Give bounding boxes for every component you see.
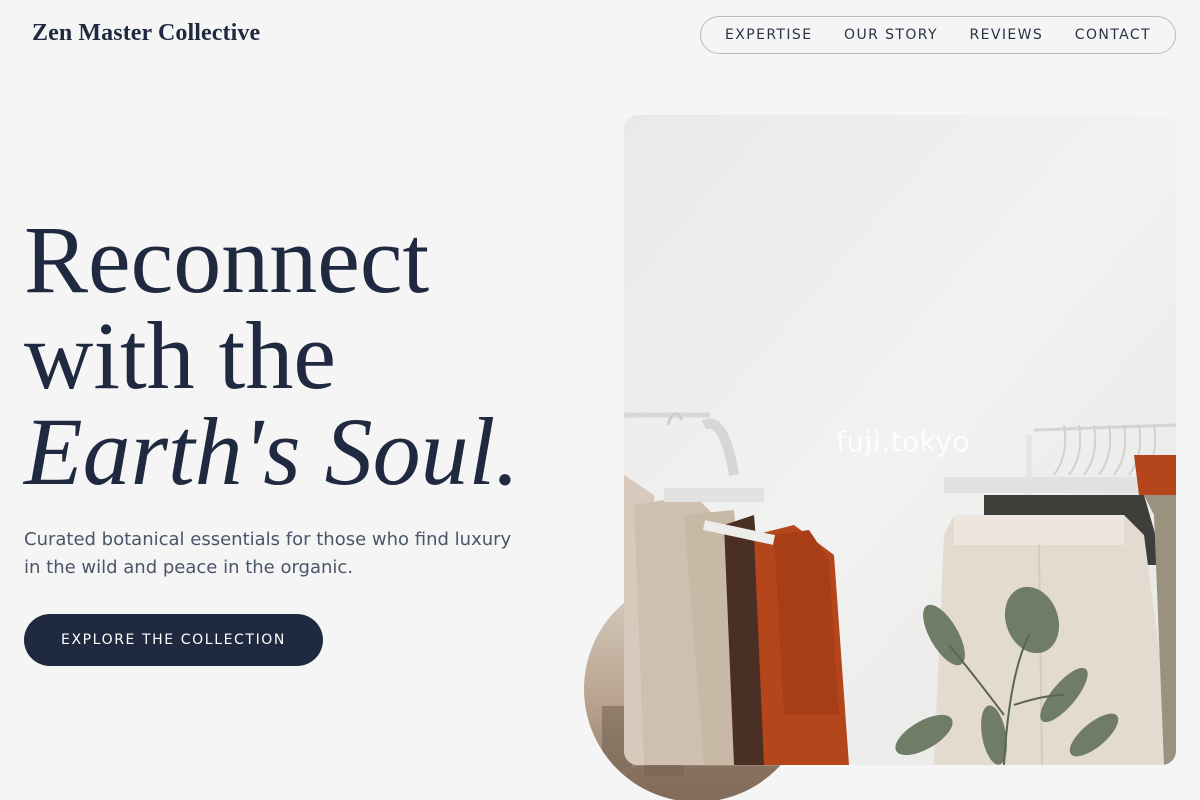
clothing-rack-image: fuji.tokyo [624, 115, 1176, 765]
hero-headline: Reconnect with the Earth's Soul. [24, 212, 519, 500]
nav-item-expertise[interactable]: EXPERTISE [725, 27, 812, 43]
nav-item-contact[interactable]: CONTACT [1075, 27, 1151, 43]
nav-item-reviews[interactable]: REVIEWS [970, 27, 1044, 43]
hero-subtitle: Curated botanical essentials for those w… [24, 529, 512, 578]
headline-line-1: Reconnect [24, 206, 430, 313]
headline-line-2: with the [24, 302, 336, 409]
image-watermark: fuji.tokyo [836, 425, 971, 458]
landing-page: Zen Master Collective EXPERTISE OUR STOR… [0, 0, 1200, 800]
headline-emphasis: Earth's Soul. [24, 398, 520, 505]
main-nav: EXPERTISE OUR STORY REVIEWS CONTACT [700, 16, 1176, 54]
brand-logo[interactable]: Zen Master Collective [32, 20, 260, 47]
explore-collection-button[interactable]: EXPLORE THE COLLECTION [24, 614, 323, 666]
nav-item-our-story[interactable]: OUR STORY [844, 27, 938, 43]
headline-line-3: Earth's Soul. [24, 404, 519, 500]
